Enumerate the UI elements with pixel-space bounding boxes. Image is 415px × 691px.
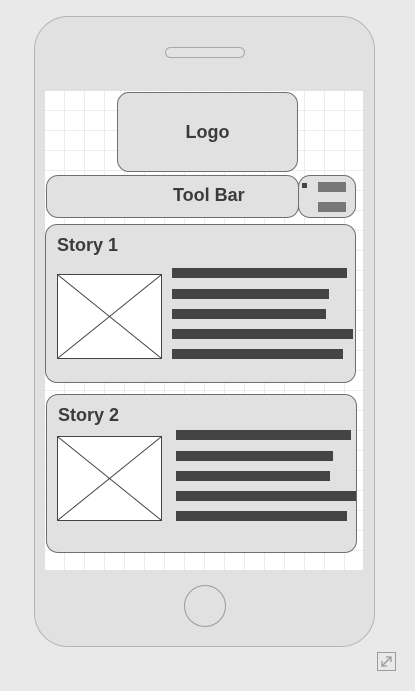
menu-bar-icon	[318, 202, 346, 212]
story-card[interactable]: Story 2	[46, 394, 357, 553]
story-title: Story 1	[57, 235, 119, 255]
menu-bar-icon	[318, 182, 346, 192]
text-line-placeholder	[176, 451, 333, 461]
logo-box[interactable]: Logo	[117, 92, 298, 172]
speaker-slot	[165, 47, 245, 58]
story-title: Story 2	[58, 405, 120, 425]
story-card[interactable]: Story 1	[45, 224, 356, 383]
toolbar[interactable]: Tool Bar	[46, 175, 299, 218]
text-line-placeholder	[172, 309, 326, 319]
text-line-placeholder	[172, 289, 329, 299]
text-line-placeholder	[176, 511, 347, 521]
home-button[interactable]	[184, 585, 226, 627]
menu-button[interactable]	[298, 175, 356, 218]
toolbar-label: Tool Bar	[173, 185, 245, 205]
text-line-placeholder	[176, 430, 351, 440]
menu-indicator-dot	[302, 183, 307, 188]
text-line-placeholder	[176, 471, 330, 481]
text-line-placeholder	[172, 349, 343, 359]
text-line-placeholder	[172, 329, 353, 339]
logo-label: Logo	[185, 121, 230, 142]
expand-icon[interactable]	[377, 652, 396, 671]
text-line-placeholder	[176, 491, 356, 501]
image-placeholder-icon	[57, 436, 162, 521]
image-placeholder-icon	[57, 274, 162, 359]
text-line-placeholder	[172, 268, 347, 278]
